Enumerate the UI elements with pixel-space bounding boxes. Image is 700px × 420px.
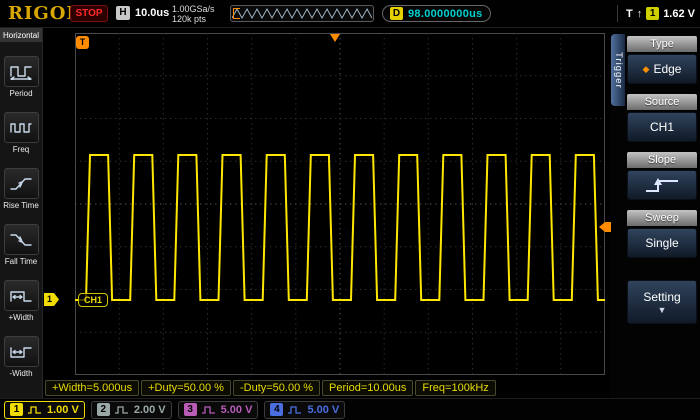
- channel-2-status[interactable]: 2 2.00 V: [90, 400, 172, 419]
- trigger-slope-header: Slope: [627, 152, 697, 168]
- fall-time-icon: [10, 233, 32, 246]
- freq-icon: [10, 122, 32, 133]
- top-status-bar: RIGOL STOP H 10.0us 1.00GSa/s 120k pts D…: [0, 0, 700, 28]
- trigger-slope-icon: ↑: [636, 7, 643, 20]
- trigger-source-value: CH1: [649, 120, 674, 134]
- h-label-badge: H: [116, 6, 130, 20]
- trigger-label: T: [625, 7, 633, 20]
- coupling-icon: [288, 405, 302, 414]
- measurement-period: Period=10.00us: [322, 380, 414, 396]
- channel-1-badge: 1: [10, 403, 23, 416]
- trigger-sweep-button[interactable]: Single: [627, 228, 697, 258]
- left-menu-title: Horizontal: [0, 28, 42, 42]
- channel-1-status[interactable]: 1 1.00 V: [4, 400, 85, 419]
- sample-rate: 1.00GSa/s: [172, 4, 215, 14]
- channel-2-badge: 2: [96, 403, 110, 416]
- measurement-freq: Freq=100kHz: [415, 380, 496, 396]
- slope-rising-icon: [646, 178, 678, 192]
- channel-2-scale: 2.00 V: [133, 403, 166, 416]
- grid-and-trace: [75, 33, 605, 375]
- diamond-indicator-icon: ◆: [642, 63, 650, 74]
- memory-depth: 120k pts: [172, 14, 207, 24]
- trigger-type-button[interactable]: ◆ Edge: [627, 54, 697, 84]
- trigger-sweep-header: Sweep: [627, 210, 697, 226]
- left-menu-item-neg-width[interactable]: -Width: [0, 336, 42, 378]
- memory-waveform-icon: [232, 7, 372, 20]
- measurement-neg-duty: -Duty=50.00 %: [232, 380, 321, 396]
- period-icon: [10, 65, 32, 80]
- channel-4-badge: 4: [270, 403, 284, 416]
- ch1-ground-marker[interactable]: 1: [44, 293, 59, 306]
- trigger-menu-panel: Trigger Type ◆ Edge Source CH1 Slope Swe…: [610, 28, 700, 398]
- horizontal-position-bar[interactable]: [230, 5, 374, 22]
- timebase-value: 10.0us: [135, 7, 170, 19]
- channel-4-scale: 5.00 V: [307, 403, 340, 416]
- rise-time-icon: [10, 177, 32, 190]
- trigger-source-header: Source: [627, 94, 697, 110]
- oscilloscope-screen: RIGOL STOP H 10.0us 1.00GSa/s 120k pts D…: [0, 0, 700, 420]
- window-marker: [233, 8, 240, 19]
- graticule: T: [75, 33, 611, 375]
- trigger-level-icon[interactable]: [599, 222, 611, 232]
- trigger-position-icon[interactable]: [330, 34, 340, 42]
- horizontal-scale-group: H 10.0us: [116, 6, 169, 20]
- delay-group[interactable]: D 98.0000000us: [382, 5, 491, 22]
- channel-status-bar: 1 1.00 V 2 2.00 V 3 5.00 V 4 5.00 V: [0, 398, 700, 420]
- channel-1-scale: 1.00 V: [47, 403, 79, 416]
- acquisition-info: 1.00GSa/s 120k pts: [172, 4, 215, 24]
- channel-3-scale: 5.00 V: [220, 403, 253, 416]
- coupling-icon: [28, 405, 41, 414]
- trigger-slope-button[interactable]: [627, 170, 697, 200]
- waveform-display-area: T 1 CH1: [43, 28, 611, 378]
- left-menu-item-rise-time[interactable]: Rise Time: [0, 168, 42, 210]
- delay-value: 98.0000000us: [408, 7, 483, 20]
- measurement-pos-duty: +Duty=50.00 %: [141, 380, 231, 396]
- setting-label: Setting: [643, 290, 681, 304]
- down-arrow-icon: ▼: [657, 305, 667, 315]
- trigger-badge: T: [76, 36, 89, 49]
- channel-3-badge: 3: [183, 403, 197, 416]
- channel-4-status[interactable]: 4 5.00 V: [264, 400, 346, 419]
- trigger-type-value: Edge: [653, 62, 682, 76]
- horizontal-measure-menu: Horizontal Period Freq Rise Time Fall Ti…: [0, 28, 43, 398]
- ch1-trace-tag: CH1: [78, 293, 109, 307]
- trigger-source-button[interactable]: CH1: [627, 112, 697, 142]
- delay-label-badge: D: [390, 7, 403, 20]
- measurement-results-bar: +Width=5.000us +Duty=50.00 % -Duty=50.00…: [43, 378, 610, 398]
- left-menu-item-pos-width[interactable]: +Width: [0, 280, 42, 322]
- channel-3-status[interactable]: 3 5.00 V: [177, 400, 259, 419]
- trigger-sweep-value: Single: [645, 236, 679, 250]
- trigger-status-group[interactable]: T ↑ 1 1.62 V: [616, 5, 695, 22]
- left-menu-item-fall-time[interactable]: Fall Time: [0, 224, 42, 266]
- run-state-badge[interactable]: STOP: [70, 5, 108, 22]
- left-menu-item-period[interactable]: Period: [0, 56, 42, 98]
- measurement-pos-width: +Width=5.000us: [45, 380, 140, 396]
- trigger-type-header: Type: [627, 36, 697, 52]
- coupling-icon: [114, 405, 128, 414]
- trigger-setting-button[interactable]: Setting ▼: [627, 280, 697, 324]
- pos-width-icon: [10, 290, 32, 302]
- trigger-level-value: 1.62 V: [663, 7, 695, 20]
- coupling-icon: [201, 405, 215, 414]
- trigger-source-badge: 1: [646, 7, 660, 20]
- neg-width-icon: [10, 346, 32, 358]
- left-menu-item-freq[interactable]: Freq: [0, 112, 42, 154]
- trigger-menu-tab: Trigger: [611, 34, 625, 106]
